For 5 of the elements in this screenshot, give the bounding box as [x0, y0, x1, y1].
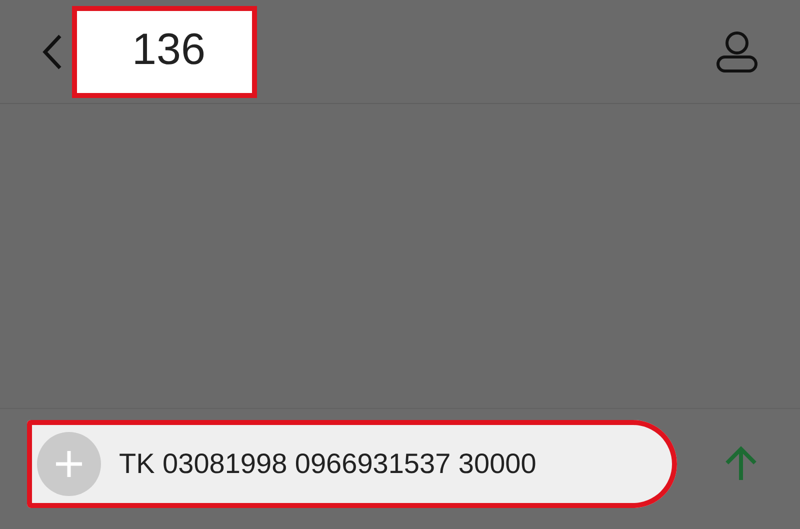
conversation-title: 136 [72, 6, 258, 98]
contact-icon[interactable] [716, 30, 758, 72]
message-field[interactable]: TK 03081998 0966931537 30000 [27, 420, 677, 508]
plus-icon [54, 449, 84, 479]
back-button[interactable] [40, 32, 64, 70]
